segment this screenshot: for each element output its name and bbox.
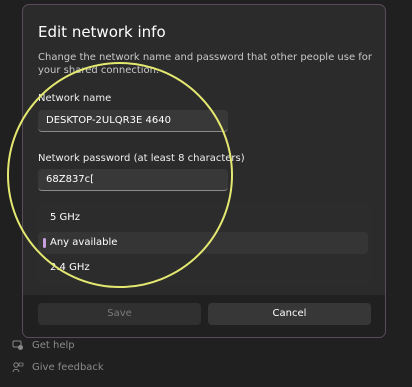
get-help-label: Get help: [32, 339, 75, 351]
network-password-input[interactable]: 68Z837c[: [38, 169, 228, 191]
selection-indicator: [43, 238, 46, 248]
dialog-footer: Save Cancel: [23, 295, 385, 337]
feedback-icon: [12, 362, 24, 373]
cancel-button[interactable]: Cancel: [208, 303, 371, 325]
band-option-label: Any available: [50, 237, 118, 248]
give-feedback-link[interactable]: Give feedback: [12, 361, 104, 373]
network-password-label: Network password (at least 8 characters): [38, 153, 245, 164]
band-option-label: 2.4 GHz: [50, 262, 90, 273]
network-band-dropdown: 5 GHz Any available 2.4 GHz: [38, 202, 371, 286]
band-option-label: 5 GHz: [50, 212, 81, 223]
network-name-label: Network name: [38, 93, 112, 104]
save-button[interactable]: Save: [38, 303, 201, 325]
get-help-link[interactable]: Get help: [12, 339, 75, 351]
edit-network-dialog: Edit network info Change the network nam…: [22, 4, 386, 338]
network-name-input[interactable]: DESKTOP-2ULQR3E 4640: [38, 110, 228, 132]
band-option-2-4ghz[interactable]: 2.4 GHz: [38, 257, 368, 279]
help-icon: [12, 340, 23, 350]
dialog-title: Edit network info: [38, 23, 166, 41]
band-option-any[interactable]: Any available: [38, 232, 368, 254]
dialog-description: Change the network name and password tha…: [38, 52, 373, 76]
give-feedback-label: Give feedback: [32, 361, 104, 373]
band-option-5ghz[interactable]: 5 GHz: [38, 207, 368, 229]
